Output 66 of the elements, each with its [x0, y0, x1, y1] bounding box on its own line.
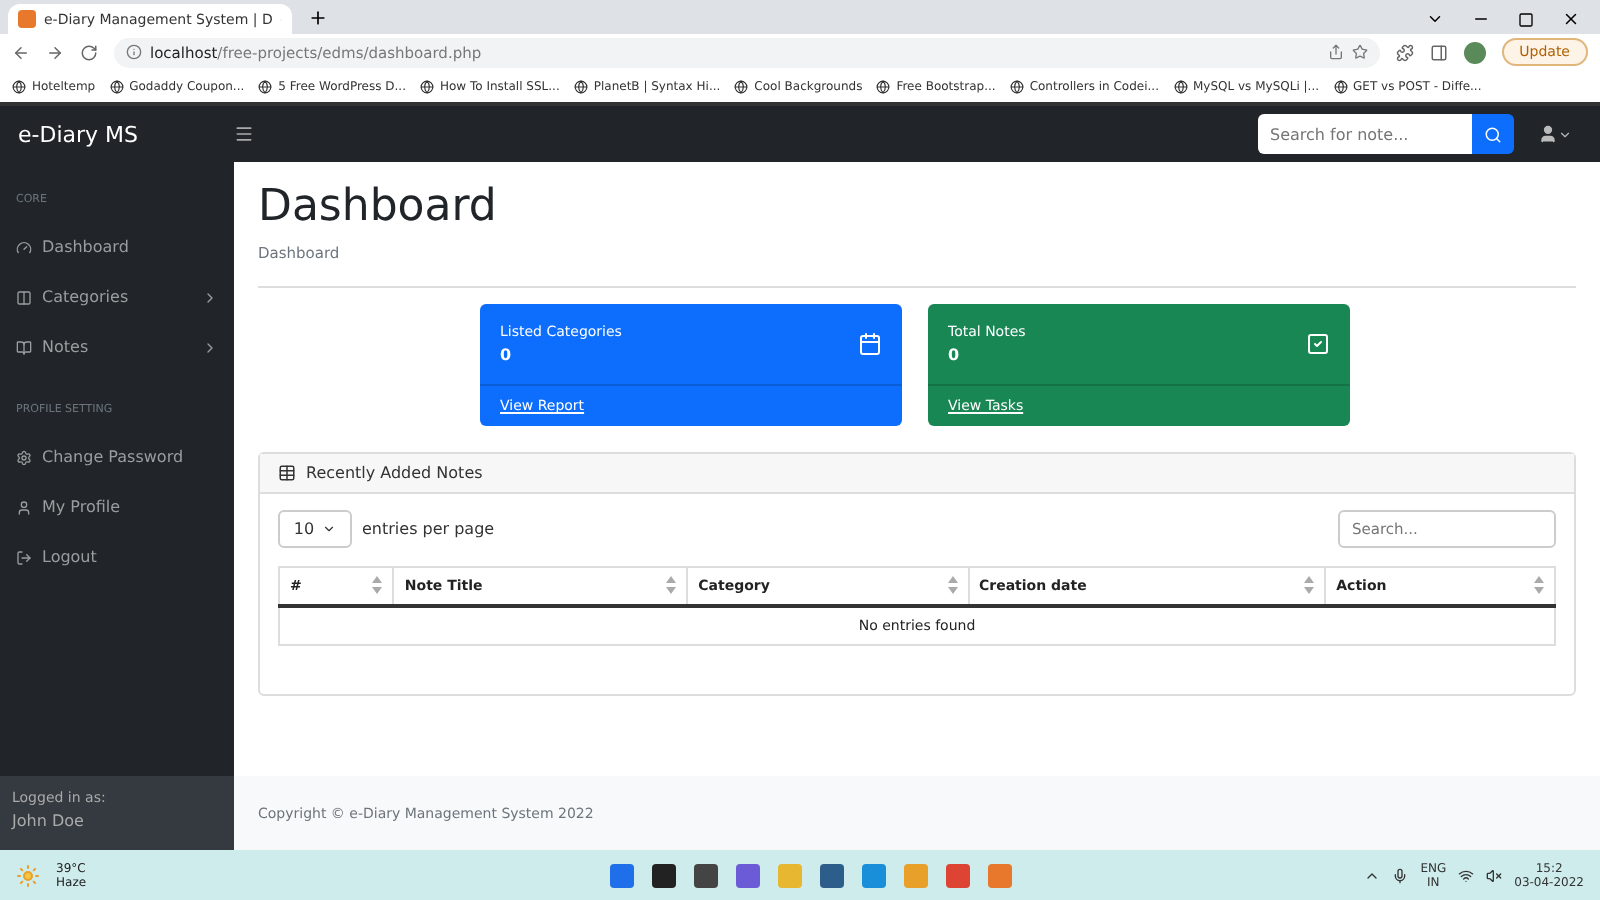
globe-icon	[109, 79, 124, 93]
sort-icon	[666, 576, 677, 595]
globe-icon	[734, 79, 749, 93]
reload-icon[interactable]	[80, 43, 98, 61]
share-icon[interactable]	[1327, 44, 1344, 60]
user-icon	[16, 499, 32, 515]
back-icon[interactable]	[12, 43, 30, 61]
info-icon[interactable]	[126, 44, 142, 60]
forward-icon[interactable]	[46, 43, 64, 61]
checkbox-icon	[1306, 332, 1330, 356]
page-title: Dashboard	[258, 182, 499, 232]
sort-icon	[947, 576, 957, 595]
maximize-icon[interactable]	[1518, 12, 1534, 28]
muted-speaker-icon[interactable]	[1486, 867, 1503, 883]
globe-icon	[258, 79, 273, 93]
brand-title[interactable]: e-Diary MS	[0, 121, 234, 147]
taskbar-app-icon[interactable]	[694, 863, 719, 887]
sidebar-item[interactable]: Logout	[42, 548, 97, 566]
per-page-select[interactable]: 10	[278, 510, 352, 548]
globe-icon	[1173, 79, 1187, 93]
caret-icon	[322, 522, 337, 536]
wifi-icon[interactable]	[1458, 867, 1475, 883]
calendar-icon	[858, 332, 882, 356]
sort-icon	[1534, 576, 1544, 595]
sidebar-item[interactable]: Notes	[42, 338, 89, 356]
per-page-label: entries per page	[362, 520, 495, 538]
globe-icon	[1333, 79, 1348, 93]
globe-icon	[573, 79, 588, 93]
columns-icon	[16, 289, 32, 305]
new-tab-icon[interactable]	[308, 8, 328, 28]
search-button[interactable]	[1472, 114, 1514, 154]
book-icon	[16, 339, 32, 355]
side-panel-icon[interactable]	[1429, 43, 1448, 61]
user-icon	[1538, 124, 1558, 144]
logout-icon	[16, 549, 32, 565]
gear-icon	[16, 449, 32, 465]
globe-icon	[12, 79, 26, 93]
search-icon	[1484, 125, 1502, 143]
user-menu-button[interactable]	[1538, 124, 1572, 144]
taskbar-app-icon[interactable]	[652, 863, 677, 887]
panel-title: Recently Added Notes	[306, 464, 483, 482]
globe-icon	[876, 79, 891, 93]
close-window-icon[interactable]	[1562, 10, 1580, 28]
sidebar-item[interactable]: Dashboard	[42, 238, 129, 256]
sidebar-item[interactable]: Change Password	[42, 448, 184, 466]
sidebar-item[interactable]: My Profile	[42, 498, 121, 516]
table-icon	[278, 464, 296, 482]
card-value: 0	[500, 346, 514, 364]
globe-icon	[419, 79, 434, 93]
chevron-down-icon[interactable]	[1426, 10, 1444, 28]
caret-icon	[1558, 127, 1572, 141]
menu-icon[interactable]	[234, 124, 254, 144]
sort-icon	[372, 576, 383, 595]
search-field[interactable]: Search for note...	[1258, 114, 1472, 154]
avatar-icon[interactable]	[1463, 41, 1486, 63]
extensions-icon[interactable]	[1395, 43, 1414, 61]
card-value: 0	[948, 346, 962, 364]
globe-icon	[1009, 79, 1024, 93]
user-name: John Doe	[12, 812, 86, 830]
microphone-icon[interactable]	[1392, 867, 1409, 883]
sort-icon	[1304, 576, 1315, 595]
favicon-icon	[18, 10, 36, 28]
taskbar-app-icon[interactable]	[820, 863, 845, 887]
sidebar-item[interactable]: Categories	[42, 288, 129, 306]
dashboard-icon	[16, 239, 32, 255]
star-icon[interactable]	[1351, 44, 1368, 60]
